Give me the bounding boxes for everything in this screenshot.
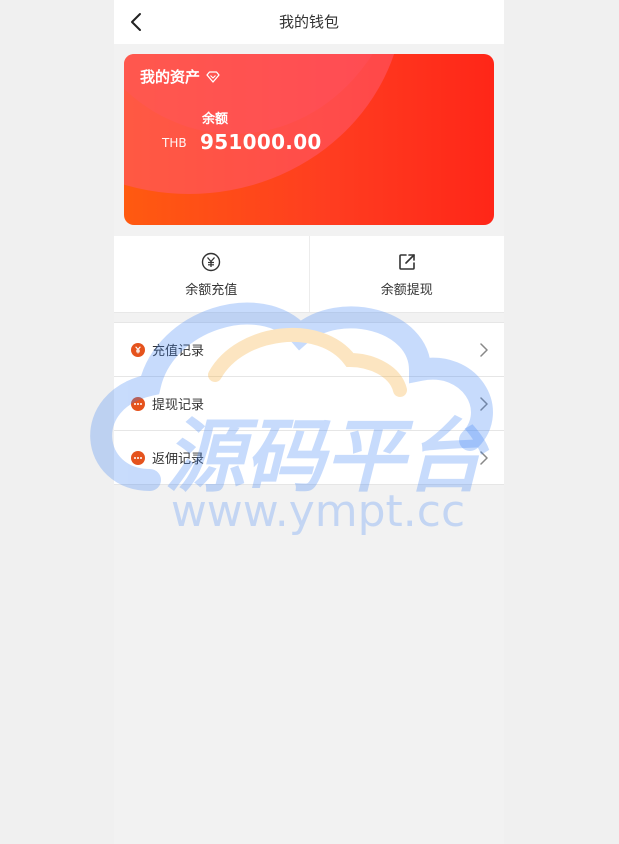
list-item-recharge-records[interactable]: 充值记录 xyxy=(114,323,504,377)
list-item-label: 提现记录 xyxy=(152,398,205,413)
page-title: 我的钱包 xyxy=(278,13,339,31)
list-item-label: 返佣记录 xyxy=(152,452,205,467)
list-item-commission-records[interactable]: 返佣记录 xyxy=(114,431,504,485)
recharge-label: 余额充值 xyxy=(185,282,238,298)
chevron-right-icon xyxy=(480,342,488,357)
wallet-actions: 余额充值 余额提现 xyxy=(114,236,504,313)
list-item-withdraw-records[interactable]: 提现记录 xyxy=(114,377,504,431)
chevron-right-icon xyxy=(480,450,488,465)
recharge-button[interactable]: 余额充值 xyxy=(114,236,309,312)
asset-card-title: 我的资产 xyxy=(140,66,220,87)
diamond-icon xyxy=(206,70,220,83)
list-item-label: 充值记录 xyxy=(152,344,205,359)
balance-amount: 951000.00 xyxy=(200,130,322,154)
top-nav-bar: 我的钱包 xyxy=(114,0,504,44)
currency-code: THB xyxy=(162,136,187,150)
dots-badge-icon xyxy=(131,396,145,411)
external-link-icon xyxy=(396,251,418,273)
asset-title-text: 我的资产 xyxy=(140,68,201,86)
record-list: 充值记录 提现记录 返佣记录 xyxy=(114,322,504,485)
wallet-page: 我的钱包 我的资产 余额 THB 951000.00 余额充值 余额提现 充值记… xyxy=(114,0,504,844)
dots-badge-icon xyxy=(131,450,145,465)
yen-badge-icon xyxy=(131,342,145,357)
withdraw-label: 余额提现 xyxy=(380,282,433,298)
yen-circle-icon xyxy=(200,251,222,273)
balance-label: 余额 xyxy=(202,112,229,127)
withdraw-button[interactable]: 余额提现 xyxy=(308,236,505,312)
chevron-right-icon xyxy=(480,396,488,411)
asset-card: 我的资产 余额 THB 951000.00 xyxy=(124,54,494,225)
